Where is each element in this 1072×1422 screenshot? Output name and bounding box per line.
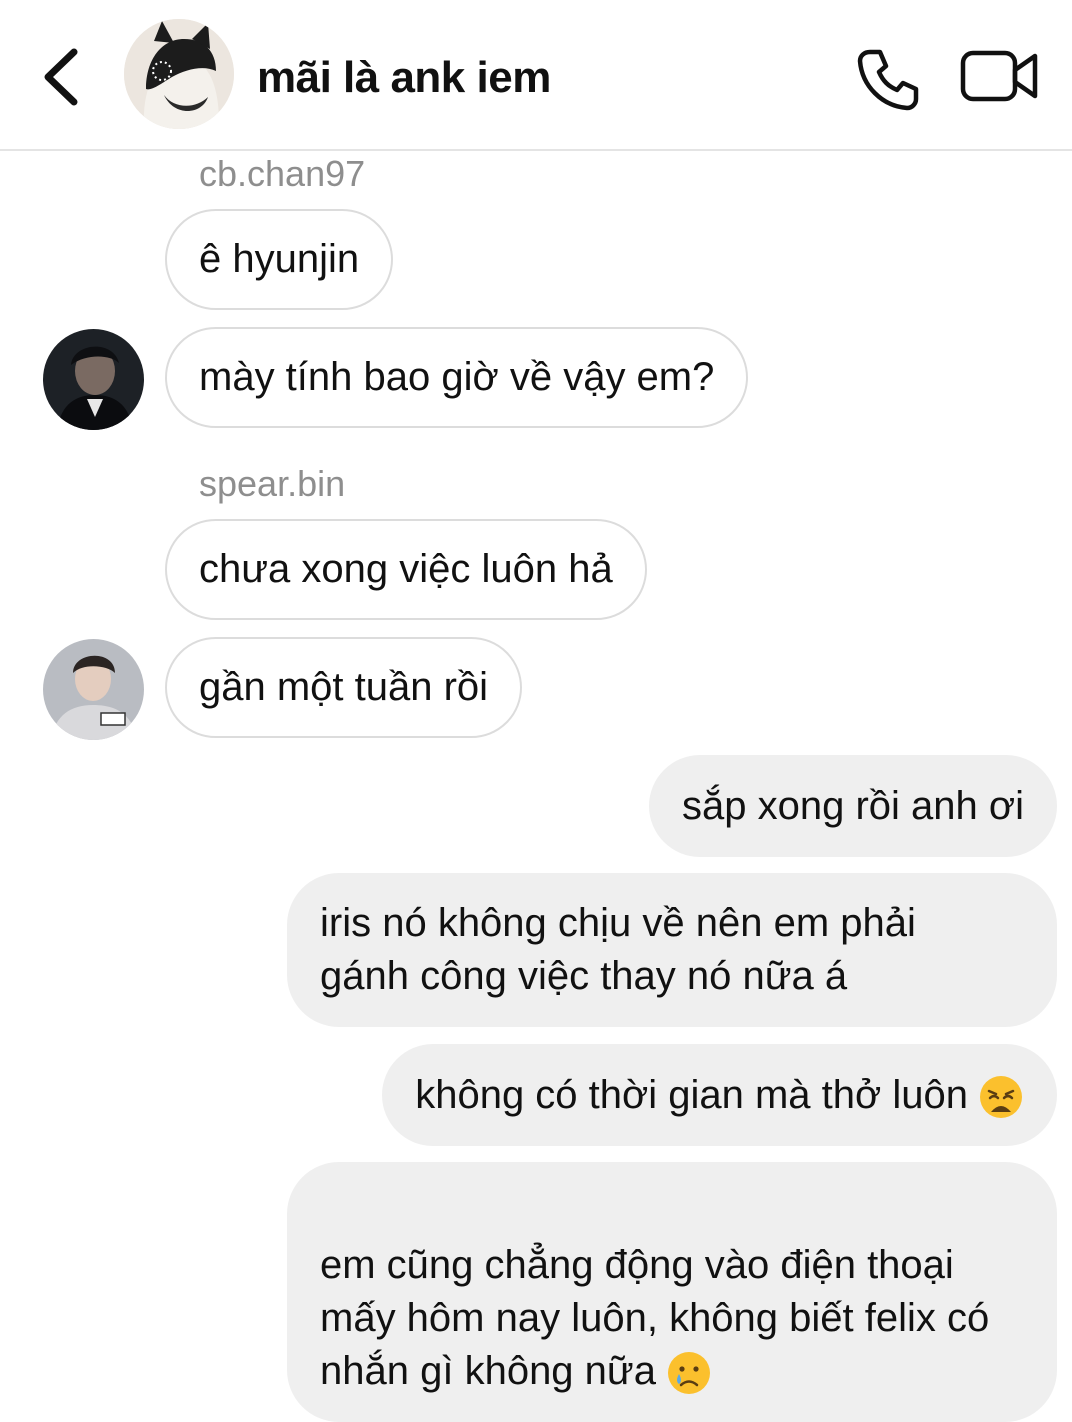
message-text: em cũng chẳng động vào điện thoại mấy hô… xyxy=(320,1243,990,1393)
message-bubble-incoming[interactable]: mày tính bao giờ về vậy em? xyxy=(165,327,749,428)
video-camera-icon xyxy=(960,50,1038,102)
message-bubble-outgoing[interactable]: iris nó không chịu về nên em phải gánh c… xyxy=(287,873,1057,1027)
message-bubble-outgoing[interactable]: sắp xong rồi anh ơi xyxy=(649,755,1057,857)
sender-avatar[interactable] xyxy=(43,639,144,740)
group-avatar[interactable] xyxy=(124,19,234,129)
message-bubble-incoming[interactable]: chưa xong việc luôn hả xyxy=(165,519,647,620)
message-bubble-outgoing[interactable]: không có thời gian mà thở luôn xyxy=(382,1044,1057,1146)
message-bubble-incoming[interactable]: ê hyunjin xyxy=(165,209,394,310)
sender-name: spear.bin xyxy=(199,463,346,504)
back-button[interactable] xyxy=(38,42,88,112)
sender-name: cb.chan97 xyxy=(199,153,366,194)
video-call-button[interactable] xyxy=(960,48,1040,104)
message-bubble-incoming[interactable]: gần một tuần rồi xyxy=(165,637,523,738)
weary-face-emoji xyxy=(980,1076,1022,1119)
message-text: không có thời gian mà thở luôn xyxy=(415,1073,968,1117)
sender-avatar[interactable] xyxy=(43,329,144,430)
chat-header: mãi là ank iem xyxy=(0,0,1072,151)
voice-call-button[interactable] xyxy=(856,48,920,112)
chat-title[interactable]: mãi là ank iem xyxy=(257,53,551,103)
chevron-left-icon xyxy=(44,48,78,106)
phone-icon xyxy=(857,49,919,111)
message-bubble-outgoing[interactable]: em cũng chẳng động vào điện thoại mấy hô… xyxy=(287,1162,1057,1422)
